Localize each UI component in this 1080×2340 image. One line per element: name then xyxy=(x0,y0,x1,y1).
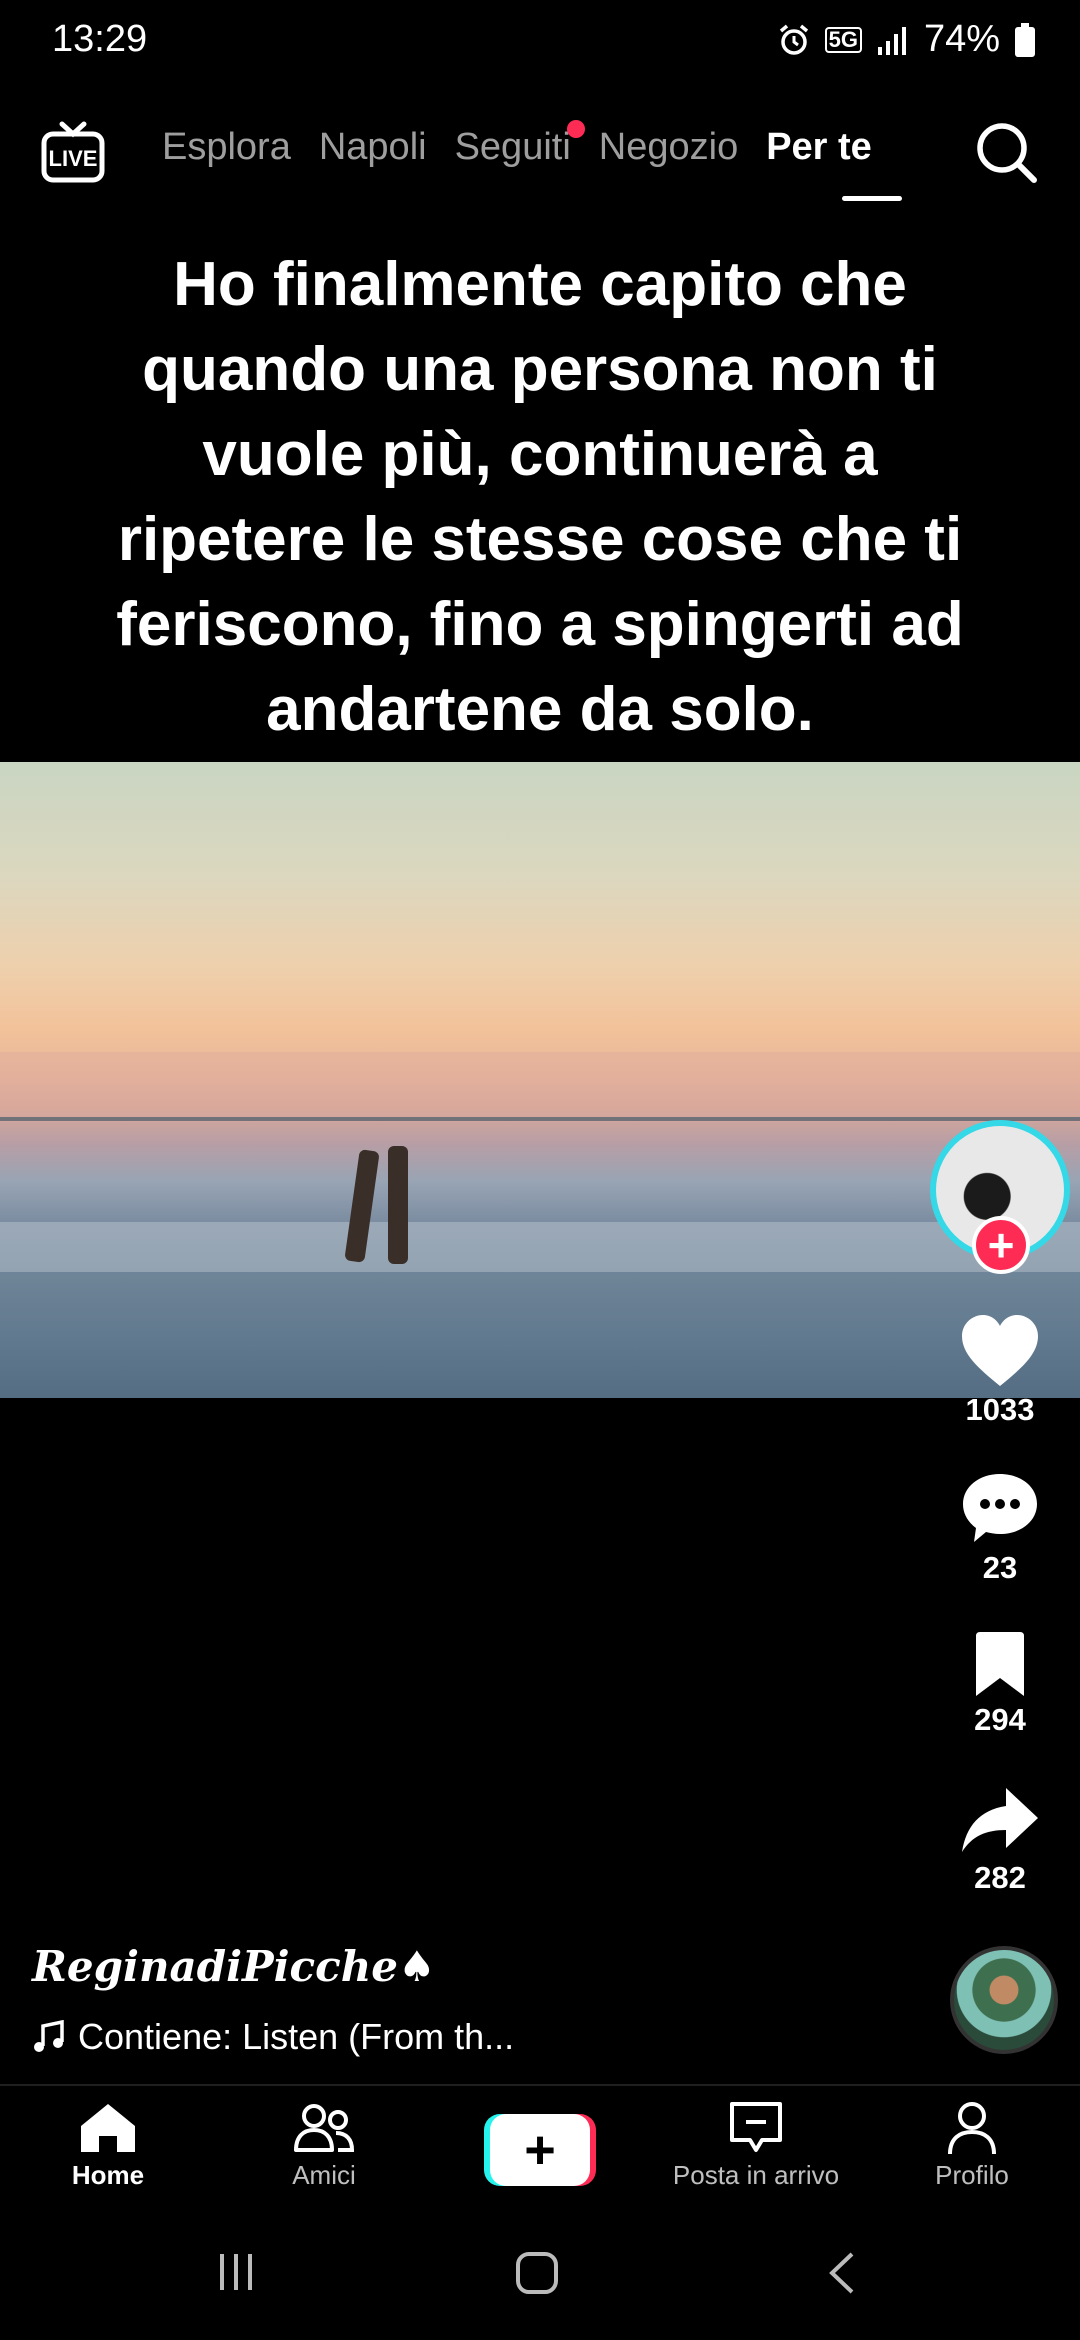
like-button[interactable]: 1033 xyxy=(930,1312,1070,1428)
share-button[interactable]: 282 xyxy=(930,1784,1070,1896)
signal-icon xyxy=(877,26,906,55)
tab-seguiti[interactable]: Seguiti xyxy=(454,120,585,169)
status-icons: 5G 74% xyxy=(777,18,1036,61)
nav-home-label: Home xyxy=(71,2160,145,2190)
friends-icon xyxy=(294,2104,355,2152)
active-tab-indicator xyxy=(842,196,902,201)
status-bar: 13:29 5G 74% xyxy=(0,0,1080,84)
network-5g-icon: 5G xyxy=(824,26,862,53)
live-tv-icon: LIVE xyxy=(41,121,105,183)
network-label: 5G xyxy=(828,26,858,52)
search-icon xyxy=(977,123,1037,183)
save-button[interactable]: 294 xyxy=(930,1630,1070,1738)
tab-per-te[interactable]: Per te xyxy=(766,126,872,169)
tab-esplora[interactable]: Esplora xyxy=(162,126,291,169)
profile-icon xyxy=(948,2102,996,2155)
creator-username[interactable]: ReginadiPicche♠ xyxy=(32,1942,436,1991)
back-icon[interactable] xyxy=(826,2250,858,2296)
music-note-icon xyxy=(34,2020,64,2052)
bottom-navigation: Home Amici + Posta in arrivo Profilo xyxy=(0,2084,1080,2210)
create-button[interactable]: + xyxy=(484,2114,596,2186)
save-count: 294 xyxy=(974,1702,1026,1737)
nav-inbox[interactable]: Posta in arrivo xyxy=(656,2100,856,2191)
alarm-icon xyxy=(779,24,808,55)
inbox-icon xyxy=(730,2102,782,2152)
like-count: 1033 xyxy=(965,1392,1035,1427)
battery-icon xyxy=(1015,22,1035,57)
water-glare xyxy=(0,1222,1080,1272)
plus-icon: + xyxy=(490,2114,590,2186)
top-navigation: LIVE Esplora Napoli Seguiti Negozio Per … xyxy=(0,112,1080,212)
nav-profile[interactable]: Profilo xyxy=(872,2100,1072,2191)
video-caption-text: Ho finalmente capito che quando una pers… xyxy=(116,250,964,744)
tab-napoli[interactable]: Napoli xyxy=(319,126,427,169)
search-button[interactable] xyxy=(972,118,1042,188)
tab-negozio[interactable]: Negozio xyxy=(599,126,738,169)
comment-count: 23 xyxy=(982,1550,1018,1585)
music-info[interactable]: Contiene: Listen (From th... xyxy=(32,2016,514,2058)
bookmark-icon xyxy=(976,1632,1024,1696)
battery-percent: 74% xyxy=(923,18,1000,60)
nav-home[interactable]: Home xyxy=(8,2100,208,2191)
comment-icon xyxy=(963,1474,1037,1542)
nav-inbox-label: Posta in arrivo xyxy=(672,2160,840,2190)
home-system-icon[interactable] xyxy=(514,2250,560,2296)
home-icon xyxy=(81,2104,135,2152)
follow-button[interactable]: + xyxy=(972,1216,1030,1274)
status-time: 13:29 xyxy=(52,18,148,60)
share-arrow-icon xyxy=(962,1788,1038,1852)
video-frame-sea-sunset[interactable] xyxy=(0,762,1080,1398)
music-title: Contiene: Listen (From th... xyxy=(78,2016,515,2057)
nav-friends-label: Amici xyxy=(292,2160,356,2190)
nav-friends[interactable]: Amici xyxy=(224,2100,424,2191)
nav-profile-label: Profilo xyxy=(935,2160,1009,2190)
cloud-haze xyxy=(0,1052,1080,1122)
notification-dot xyxy=(566,120,585,138)
system-navigation-bar xyxy=(0,2210,1080,2340)
recent-apps-icon[interactable] xyxy=(214,2250,258,2294)
wooden-post-right xyxy=(388,1146,408,1264)
tab-seguiti-label: Seguiti xyxy=(454,126,571,168)
feed-tabs: Esplora Napoli Seguiti Negozio Per te xyxy=(162,120,900,169)
comment-button[interactable]: 23 xyxy=(930,1470,1070,1586)
share-count: 282 xyxy=(974,1860,1026,1895)
music-disc-avatar[interactable] xyxy=(950,1946,1058,2054)
live-label: LIVE xyxy=(49,146,98,171)
live-button[interactable]: LIVE xyxy=(40,120,106,186)
horizon-line xyxy=(0,1117,1080,1121)
heart-icon xyxy=(962,1315,1038,1386)
